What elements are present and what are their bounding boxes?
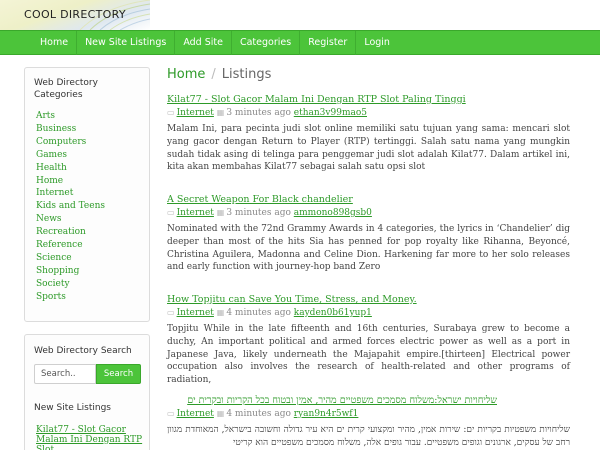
listing-user-link[interactable]: ryan9n4r5wf1	[294, 409, 359, 419]
listing-meta: ▭ Internet ▦ 4 minutes ago kayden0b61yup1	[167, 307, 570, 319]
search-input[interactable]: Search..	[34, 364, 96, 384]
listing-description: Nominated with the 72nd Grammy Awards in…	[167, 224, 570, 273]
listing-category-link[interactable]: Internet	[177, 208, 214, 218]
nav-categories[interactable]: Categories	[232, 31, 301, 55]
listing-time: 4 minutes ago	[226, 308, 291, 318]
category-link-internet[interactable]: Internet	[36, 187, 105, 200]
new-listing-link[interactable]: Kilat77 - Slot Gacor Malam Ini Dengan RT…	[36, 425, 146, 450]
breadcrumb-separator: /	[211, 67, 216, 82]
calendar-icon: ▦	[216, 208, 225, 217]
listing-user-link[interactable]: ammono898gsb0	[294, 208, 372, 218]
listing-title-link[interactable]: שליחויות ישראל:משלוח מסמכים משפטיים מהיר…	[167, 395, 497, 407]
category-link-kids-and-teens[interactable]: Kids and Teens	[36, 200, 105, 213]
category-link-business[interactable]: Business	[36, 123, 105, 136]
category-list: Arts Business Computers Games Health Hom…	[36, 110, 105, 304]
listing-title-link[interactable]: How Topjitu can Save You Time, Stress, a…	[167, 294, 570, 306]
listing-item: Kilat77 - Slot Gacor Malam Ini Dengan RT…	[167, 94, 570, 174]
new-listings-list: Kilat77 - Slot Gacor Malam Ini Dengan RT…	[36, 425, 146, 450]
category-link-health[interactable]: Health	[36, 162, 105, 175]
category-link-computers[interactable]: Computers	[36, 136, 105, 149]
new-listings-title: New Site Listings	[34, 403, 111, 413]
folder-icon: ▭	[167, 208, 175, 217]
category-link-games[interactable]: Games	[36, 149, 105, 162]
listing-item: How Topjitu can Save You Time, Stress, a…	[167, 294, 570, 387]
main-navbar: Home New Site Listings Add Site Categori…	[0, 30, 600, 55]
category-link-arts[interactable]: Arts	[36, 110, 105, 123]
nav-home[interactable]: Home	[32, 31, 78, 55]
search-panel: Web Directory Search Search.. Search New…	[24, 334, 150, 450]
listing-category-link[interactable]: Internet	[177, 108, 214, 118]
nav-login[interactable]: Login	[356, 31, 398, 55]
calendar-icon: ▦	[216, 108, 225, 117]
listing-category-link[interactable]: Internet	[177, 308, 214, 318]
nav-register[interactable]: Register	[300, 31, 357, 55]
site-header: COOL DIRECTORY	[0, 0, 600, 30]
nav-add-site[interactable]: Add Site	[175, 31, 232, 55]
listing-title-link[interactable]: Kilat77 - Slot Gacor Malam Ini Dengan RT…	[167, 94, 570, 106]
breadcrumb-home[interactable]: Home	[167, 67, 205, 82]
calendar-icon: ▦	[216, 308, 225, 317]
folder-icon: ▭	[167, 409, 175, 418]
category-link-reference[interactable]: Reference	[36, 239, 105, 252]
folder-icon: ▭	[167, 108, 175, 117]
categories-panel: Web Directory Categories Arts Business C…	[24, 67, 150, 322]
listing-item: A Secret Weapon For Black chandelier ▭ In…	[167, 194, 570, 274]
site-title[interactable]: COOL DIRECTORY	[24, 8, 126, 21]
breadcrumb-current: Listings	[221, 67, 272, 82]
listing-description: Malam Ini, para pecinta judi slot online…	[167, 124, 570, 173]
listing-meta: ▭ Internet ▦ 4 minutes ago ryan9n4r5wf1	[167, 408, 570, 420]
calendar-icon: ▦	[216, 409, 225, 418]
category-link-home[interactable]: Home	[36, 175, 105, 188]
categories-title: Web Directory Categories	[34, 78, 98, 100]
listing-time: 3 minutes ago	[226, 108, 291, 118]
category-link-recreation[interactable]: Recreation	[36, 226, 105, 239]
listing-category-link[interactable]: Internet	[177, 409, 214, 419]
listing-description: שליחויות משפטיות בקריות ים: שירות אמין, …	[167, 425, 570, 448]
listing-user-link[interactable]: kayden0b61yup1	[294, 308, 372, 318]
listing-description: Topjitu While in the late fifteenth and …	[167, 324, 570, 386]
nav-new-site-listings[interactable]: New Site Listings	[77, 31, 176, 55]
listing-time: 3 minutes ago	[226, 208, 291, 218]
folder-icon: ▭	[167, 308, 175, 317]
listing-time: 4 minutes ago	[226, 409, 291, 419]
listing-user-link[interactable]: ethan3v99mao5	[294, 108, 367, 118]
category-link-society[interactable]: Society	[36, 278, 105, 291]
search-title: Web Directory Search	[34, 346, 132, 356]
search-button[interactable]: Search	[96, 364, 141, 384]
category-link-shopping[interactable]: Shopping	[36, 265, 105, 278]
breadcrumb: Home / Listings	[167, 67, 271, 82]
category-link-sports[interactable]: Sports	[36, 291, 105, 304]
listing-meta: ▭ Internet ▦ 3 minutes ago ethan3v99mao5	[167, 107, 570, 119]
listing-meta: ▭ Internet ▦ 3 minutes ago ammono898gsb0	[167, 207, 570, 219]
listing-item: שליחויות ישראל:משלוח מסמכים משפטיים מהיר…	[167, 395, 570, 450]
listing-title-link[interactable]: A Secret Weapon For Black chandelier	[167, 194, 570, 206]
category-link-science[interactable]: Science	[36, 252, 105, 265]
category-link-news[interactable]: News	[36, 213, 105, 226]
